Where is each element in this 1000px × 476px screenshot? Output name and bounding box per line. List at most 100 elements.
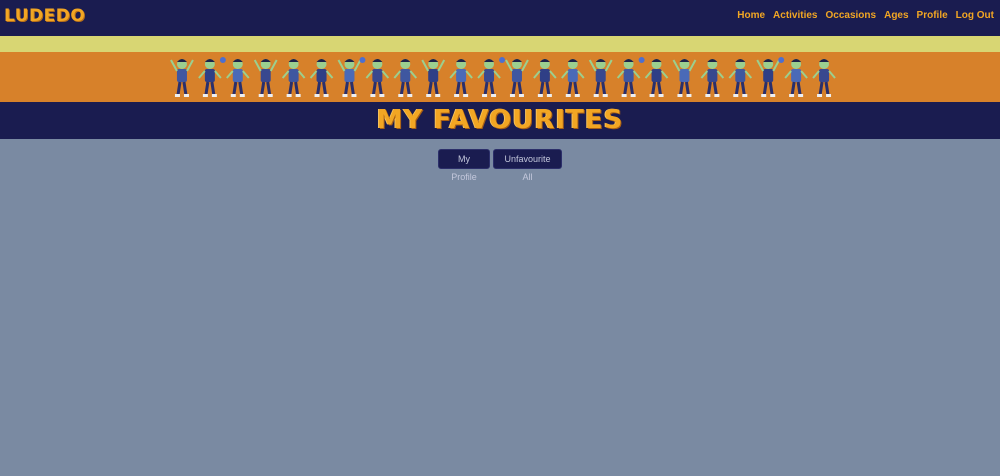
nav-link-profile[interactable]: Profile — [917, 10, 948, 21]
kid-arm — [561, 70, 569, 79]
kid-shoe — [379, 94, 385, 97]
action-buttons: My Profile Unfavourite All — [0, 149, 1000, 182]
kid-leg — [595, 81, 601, 96]
kid-leg — [740, 81, 746, 96]
kid-hair — [819, 59, 830, 62]
kid-arm — [309, 70, 318, 79]
kid-leg — [427, 81, 433, 96]
kid-body — [679, 69, 690, 82]
kid-arm — [616, 70, 625, 79]
kid-shoe — [705, 94, 711, 97]
kid-leg — [601, 81, 607, 96]
nav-link-logout[interactable]: Log Out — [956, 10, 994, 21]
kid-leg — [238, 81, 244, 96]
kid-arm — [214, 70, 222, 79]
kid-arm — [281, 70, 290, 79]
kid-arm — [800, 70, 808, 79]
nav-link-occasions[interactable]: Occasions — [826, 10, 877, 21]
nav-link-home[interactable]: Home — [737, 10, 765, 21]
kid-leg — [657, 81, 663, 96]
kid-arm — [632, 70, 641, 79]
kid-arm — [577, 70, 585, 79]
nav-links: Home Activities Occasions Ages Profile L… — [737, 10, 994, 21]
kid-leg — [405, 81, 411, 96]
nav-link-ages[interactable]: Ages — [884, 10, 908, 21]
kid-body — [623, 69, 634, 82]
kid-arm — [477, 70, 485, 79]
kid-leg — [706, 81, 712, 96]
kid-shoe — [817, 94, 823, 97]
kid-leg — [824, 81, 830, 96]
kid-leg — [511, 81, 517, 96]
brand-logo[interactable]: LUDEDO — [4, 6, 85, 26]
kid-leg — [461, 81, 467, 96]
kid-body — [176, 69, 187, 82]
kid-leg — [489, 81, 495, 96]
kid-shoe — [518, 94, 524, 97]
kid-body — [288, 69, 299, 82]
kid-arm — [644, 70, 653, 79]
kid-body — [511, 69, 522, 82]
kid-shoe — [435, 94, 441, 97]
toy-pinwheel — [638, 57, 645, 63]
kid-hair — [707, 59, 718, 62]
kid-body — [819, 69, 830, 82]
kid-arm — [588, 59, 597, 72]
kid-shoe — [565, 94, 571, 97]
kid-shoe — [621, 94, 627, 97]
kid-shoe — [267, 94, 273, 97]
kid-arm — [505, 59, 513, 72]
kid-leg — [399, 81, 405, 96]
kid-body — [763, 69, 774, 82]
kid-shoe — [398, 94, 404, 97]
kid-arm — [688, 59, 697, 72]
kid-arm — [533, 70, 541, 79]
kid-leg — [768, 81, 774, 96]
kid-hair — [539, 59, 550, 62]
kid-shoe — [686, 94, 692, 97]
kid-arm — [365, 70, 374, 79]
kid-arm — [728, 70, 737, 79]
kid-body — [428, 69, 439, 82]
kid-hair — [204, 59, 215, 62]
kid-leg — [623, 81, 629, 96]
kid-arm — [421, 59, 430, 72]
kid-arm — [465, 70, 473, 79]
kid-body — [791, 69, 802, 82]
toy-pinwheel — [778, 57, 785, 63]
kid-shoe — [286, 94, 292, 97]
kid-shoe — [314, 94, 320, 97]
kid-hair — [679, 59, 690, 62]
kid-leg — [684, 81, 690, 96]
kid-leg — [651, 81, 657, 96]
my-profile-button[interactable]: My Profile — [438, 149, 490, 182]
kid-shoe — [733, 94, 739, 97]
kid-hair — [260, 59, 271, 62]
title-bar: MY FAVOURITES — [0, 102, 1000, 139]
kid-shoe — [761, 94, 767, 97]
kid-hair — [372, 59, 383, 62]
kid-hair — [400, 59, 411, 62]
kid-leg — [573, 81, 579, 96]
unfavourite-all-button[interactable]: Unfavourite All — [493, 149, 562, 182]
kid-hair — [232, 59, 243, 62]
kid-shoe — [677, 94, 683, 97]
toy-pinwheel — [219, 57, 226, 63]
kid-leg — [316, 81, 322, 96]
kid-shoe — [574, 94, 580, 97]
kid-shoe — [798, 94, 804, 97]
kid-hair — [176, 59, 187, 62]
kid-shoe — [482, 94, 488, 97]
kid-leg — [678, 81, 684, 96]
kid-arm — [744, 70, 753, 79]
nav-link-activities[interactable]: Activities — [773, 10, 817, 21]
kid-leg — [712, 81, 718, 96]
kid-leg — [294, 81, 300, 96]
kid-arm — [700, 70, 709, 79]
kid-hair — [428, 59, 439, 62]
kid-body — [707, 69, 718, 82]
kid-body — [456, 69, 467, 82]
kid-leg — [818, 81, 824, 96]
kid-arm — [393, 70, 402, 79]
kid-leg — [204, 81, 210, 96]
